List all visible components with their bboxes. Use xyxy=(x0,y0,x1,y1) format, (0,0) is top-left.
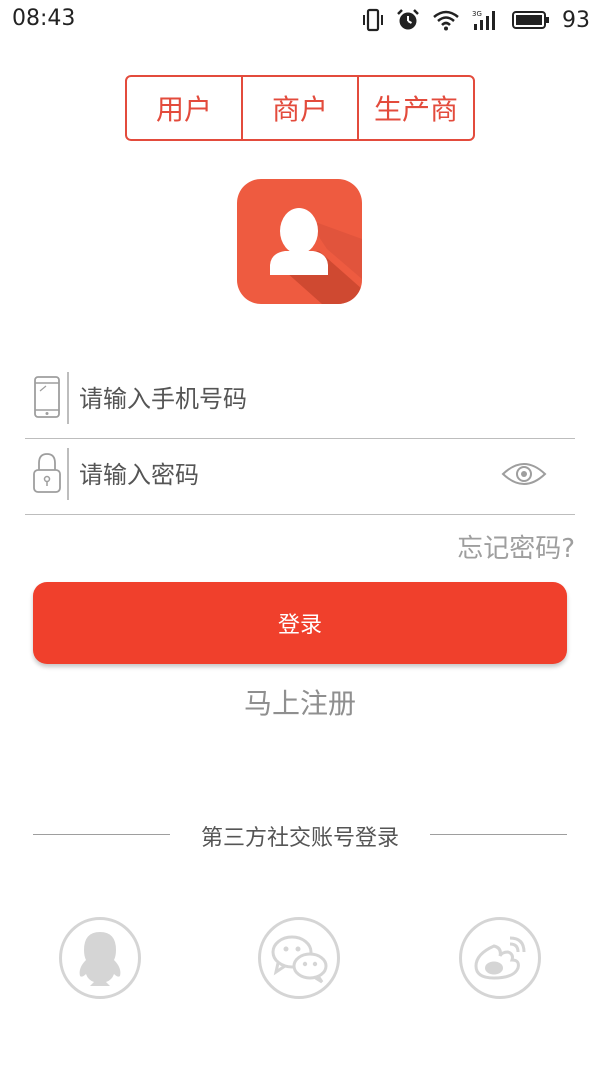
phone-field-divider xyxy=(67,372,69,424)
role-tabs: 用户 商户 生产商 xyxy=(125,75,475,141)
forgot-password-link[interactable]: 忘记密码? xyxy=(457,528,575,565)
status-time: 08:43 xyxy=(12,6,76,31)
battery-percent: 93 xyxy=(562,7,590,33)
eye-icon[interactable] xyxy=(501,460,547,488)
status-bar: 08:43 3G 93 xyxy=(0,0,600,40)
user-icon xyxy=(270,208,362,304)
password-field-divider xyxy=(67,448,69,500)
qq-login-button[interactable] xyxy=(59,917,141,999)
password-field-row xyxy=(25,442,575,515)
tab-user[interactable]: 用户 xyxy=(127,77,243,139)
phone-input[interactable] xyxy=(77,376,501,422)
battery-icon xyxy=(512,11,549,29)
vibrate-icon xyxy=(363,8,383,32)
wechat-icon xyxy=(271,935,328,984)
tab-manufacturer[interactable]: 生产商 xyxy=(359,77,473,139)
weibo-login-button[interactable] xyxy=(459,917,541,999)
phone-field-row xyxy=(25,366,575,439)
login-button[interactable]: 登录 xyxy=(33,582,567,664)
password-input[interactable] xyxy=(77,452,501,498)
svg-text:3G: 3G xyxy=(472,10,482,18)
signal-3g-icon: 3G xyxy=(472,10,495,30)
weibo-icon xyxy=(474,936,526,980)
phone-icon xyxy=(34,376,60,418)
qq-icon xyxy=(79,932,121,986)
status-icons: 3G 93 xyxy=(362,6,590,34)
alarm-icon xyxy=(397,9,419,30)
wechat-login-button[interactable] xyxy=(258,917,340,999)
lock-icon xyxy=(33,453,61,493)
third-party-login-title: 第三方社交账号登录 xyxy=(200,826,399,851)
wifi-icon xyxy=(433,10,459,31)
register-link[interactable]: 马上注册 xyxy=(0,682,600,722)
avatar xyxy=(237,179,362,304)
tab-merchant[interactable]: 商户 xyxy=(243,77,359,139)
